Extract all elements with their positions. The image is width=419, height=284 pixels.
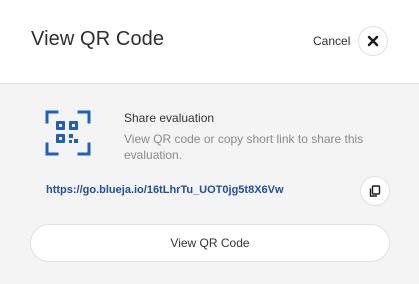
short-link[interactable]: https://go.blueja.io/16tLhrTu_UOT0jg5t8X… [46, 184, 284, 196]
close-icon [367, 35, 379, 47]
close-button[interactable] [358, 26, 388, 56]
share-description: View QR code or copy short link to share… [124, 132, 364, 162]
view-qr-code-button[interactable]: View QR Code [30, 224, 390, 262]
dialog-header: View QR Code Cancel [0, 0, 419, 84]
dialog-title: View QR Code [31, 28, 165, 50]
share-title: Share evaluation [124, 111, 215, 125]
copy-link-button[interactable] [360, 176, 390, 206]
copy-icon [369, 185, 381, 197]
qr-code-icon [45, 110, 91, 156]
cancel-button[interactable]: Cancel [313, 34, 350, 48]
